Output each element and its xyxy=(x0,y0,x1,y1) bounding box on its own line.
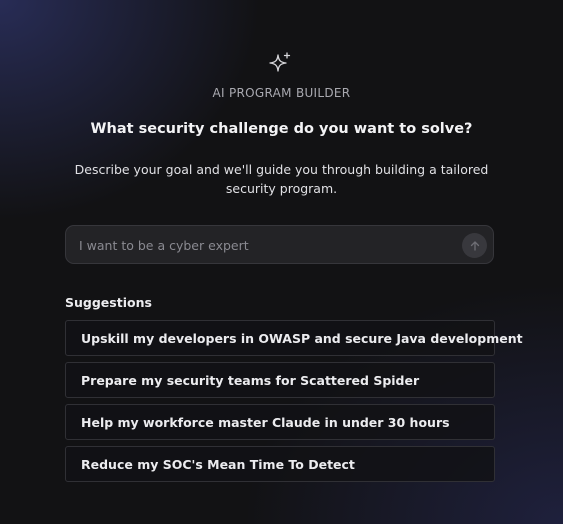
ai-program-builder-panel: AI PROGRAM BUILDER What security challen… xyxy=(0,0,563,524)
suggestion-item-owasp[interactable]: Upskill my developers in OWASP and secur… xyxy=(65,320,523,356)
goal-input[interactable] xyxy=(79,235,449,255)
section-eyebrow: AI PROGRAM BUILDER xyxy=(212,86,351,100)
suggestion-label: Reduce my SOC's Mean Time To Detect xyxy=(81,456,355,472)
suggestion-item-soc-mttd[interactable]: Reduce my SOC's Mean Time To Detect xyxy=(65,446,495,482)
sparkles-icon xyxy=(269,52,291,72)
suggestions-heading: Suggestions xyxy=(65,295,152,310)
suggestion-list: Upskill my developers in OWASP and secur… xyxy=(65,320,523,488)
send-button[interactable] xyxy=(462,233,487,258)
page-subtitle: Describe your goal and we'll guide you t… xyxy=(74,162,489,196)
arrow-up-icon xyxy=(470,240,479,251)
prompt-box xyxy=(65,225,494,264)
suggestion-label: Prepare my security teams for Scattered … xyxy=(81,372,420,388)
suggestion-item-claude[interactable]: Help my workforce master Claude in under… xyxy=(65,404,495,440)
page-title: What security challenge do you want to s… xyxy=(90,121,473,137)
suggestion-label: Upskill my developers in OWASP and secur… xyxy=(81,330,523,346)
suggestion-item-scattered-spider[interactable]: Prepare my security teams for Scattered … xyxy=(65,362,495,398)
suggestion-label: Help my workforce master Claude in under… xyxy=(81,414,450,430)
